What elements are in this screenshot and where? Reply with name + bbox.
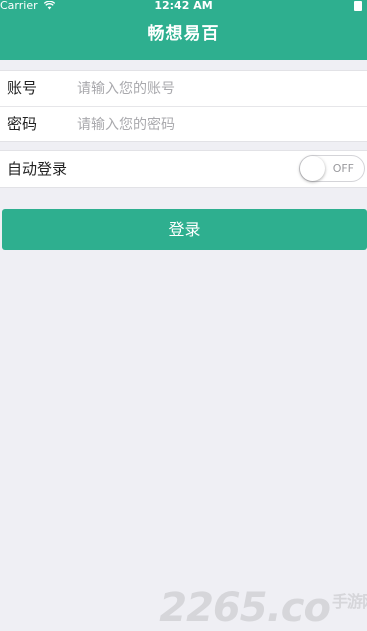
app-header: Carrier 12:42 AM 畅想易百 (0, 0, 367, 60)
toggle-knob (300, 156, 325, 181)
site-watermark: 2265.co手游网 (159, 585, 367, 631)
login-button[interactable]: 登录 (2, 209, 367, 250)
credentials-form: 账号 密码 (0, 70, 367, 142)
battery-icon (354, 1, 362, 11)
watermark-brand: 2265 (159, 585, 267, 631)
watermark-tail: .co (266, 585, 331, 631)
password-label: 密码 (7, 115, 38, 133)
watermark-suffix: 手游网 (331, 592, 367, 611)
status-time: 12:42 AM (154, 0, 213, 12)
password-row: 密码 (0, 106, 367, 142)
auto-login-label: 自动登录 (7, 160, 68, 178)
account-row: 账号 (0, 71, 367, 106)
toggle-state-label: OFF (332, 162, 354, 175)
status-bar: Carrier 12:42 AM (0, 0, 367, 14)
account-input[interactable] (72, 77, 362, 100)
password-input[interactable] (72, 113, 362, 136)
page-title: 畅想易百 (147, 24, 220, 44)
auto-login-toggle[interactable]: OFF (299, 155, 365, 182)
auto-login-row: 自动登录 OFF (0, 150, 367, 188)
account-label: 账号 (7, 79, 38, 97)
